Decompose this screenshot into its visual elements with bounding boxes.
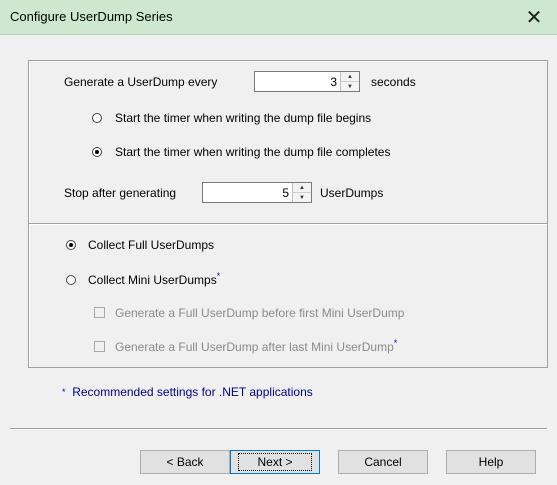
next-button-label: Next > (238, 453, 312, 471)
stop-spin-arrows: ▲ ▼ (292, 183, 311, 202)
recommended-note: * Recommended settings for .NET applicat… (62, 385, 313, 399)
stop-unit: UserDumps (320, 186, 384, 200)
timer-complete-label[interactable]: Start the timer when writing the dump fi… (115, 145, 390, 159)
help-button[interactable]: Help (446, 450, 536, 474)
interval-value: 3 (330, 75, 337, 89)
window-title: Configure UserDump Series (10, 9, 173, 24)
footer-separator (10, 428, 547, 430)
collect-mini-radio[interactable] (66, 275, 76, 285)
interval-spin-arrows: ▲ ▼ (340, 72, 359, 91)
full-after-marker: * (393, 338, 398, 348)
back-button[interactable]: < Back (140, 450, 230, 474)
timer-complete-radio[interactable] (92, 147, 102, 157)
full-before-label[interactable]: Generate a Full UserDump before first Mi… (115, 306, 404, 320)
interval-down-icon[interactable]: ▼ (341, 82, 359, 91)
timer-begin-label[interactable]: Start the timer when writing the dump fi… (115, 111, 371, 125)
stop-value: 5 (282, 186, 289, 200)
cancel-button[interactable]: Cancel (338, 450, 428, 474)
collect-mini-marker: * (216, 271, 221, 281)
timer-begin-radio[interactable] (92, 113, 102, 123)
collect-mini-text: Collect Mini UserDumps (88, 273, 217, 287)
generate-label: Generate a UserDump every (64, 75, 218, 89)
stop-down-icon[interactable]: ▼ (293, 193, 311, 202)
stop-label: Stop after generating (64, 186, 177, 200)
full-after-checkbox[interactable] (94, 341, 105, 352)
title-bar: Configure UserDump Series ✕ (0, 0, 557, 35)
collect-mini-label[interactable]: Collect Mini UserDumps* (88, 271, 221, 287)
collect-full-radio[interactable] (66, 240, 76, 250)
full-before-checkbox[interactable] (94, 307, 105, 318)
note-marker: * (62, 387, 66, 397)
stop-up-icon[interactable]: ▲ (293, 183, 311, 193)
interval-unit: seconds (371, 75, 416, 89)
interval-spinner[interactable]: 3 ▲ ▼ (254, 71, 360, 92)
stop-spinner[interactable]: 5 ▲ ▼ (202, 182, 312, 203)
interval-up-icon[interactable]: ▲ (341, 72, 359, 82)
next-button[interactable]: Next > (230, 450, 320, 474)
full-after-label[interactable]: Generate a Full UserDump after last Mini… (115, 338, 398, 354)
full-after-text: Generate a Full UserDump after last Mini… (115, 340, 394, 354)
close-icon[interactable]: ✕ (511, 0, 557, 34)
collect-full-label[interactable]: Collect Full UserDumps (88, 238, 214, 252)
note-text: Recommended settings for .NET applicatio… (72, 385, 313, 399)
